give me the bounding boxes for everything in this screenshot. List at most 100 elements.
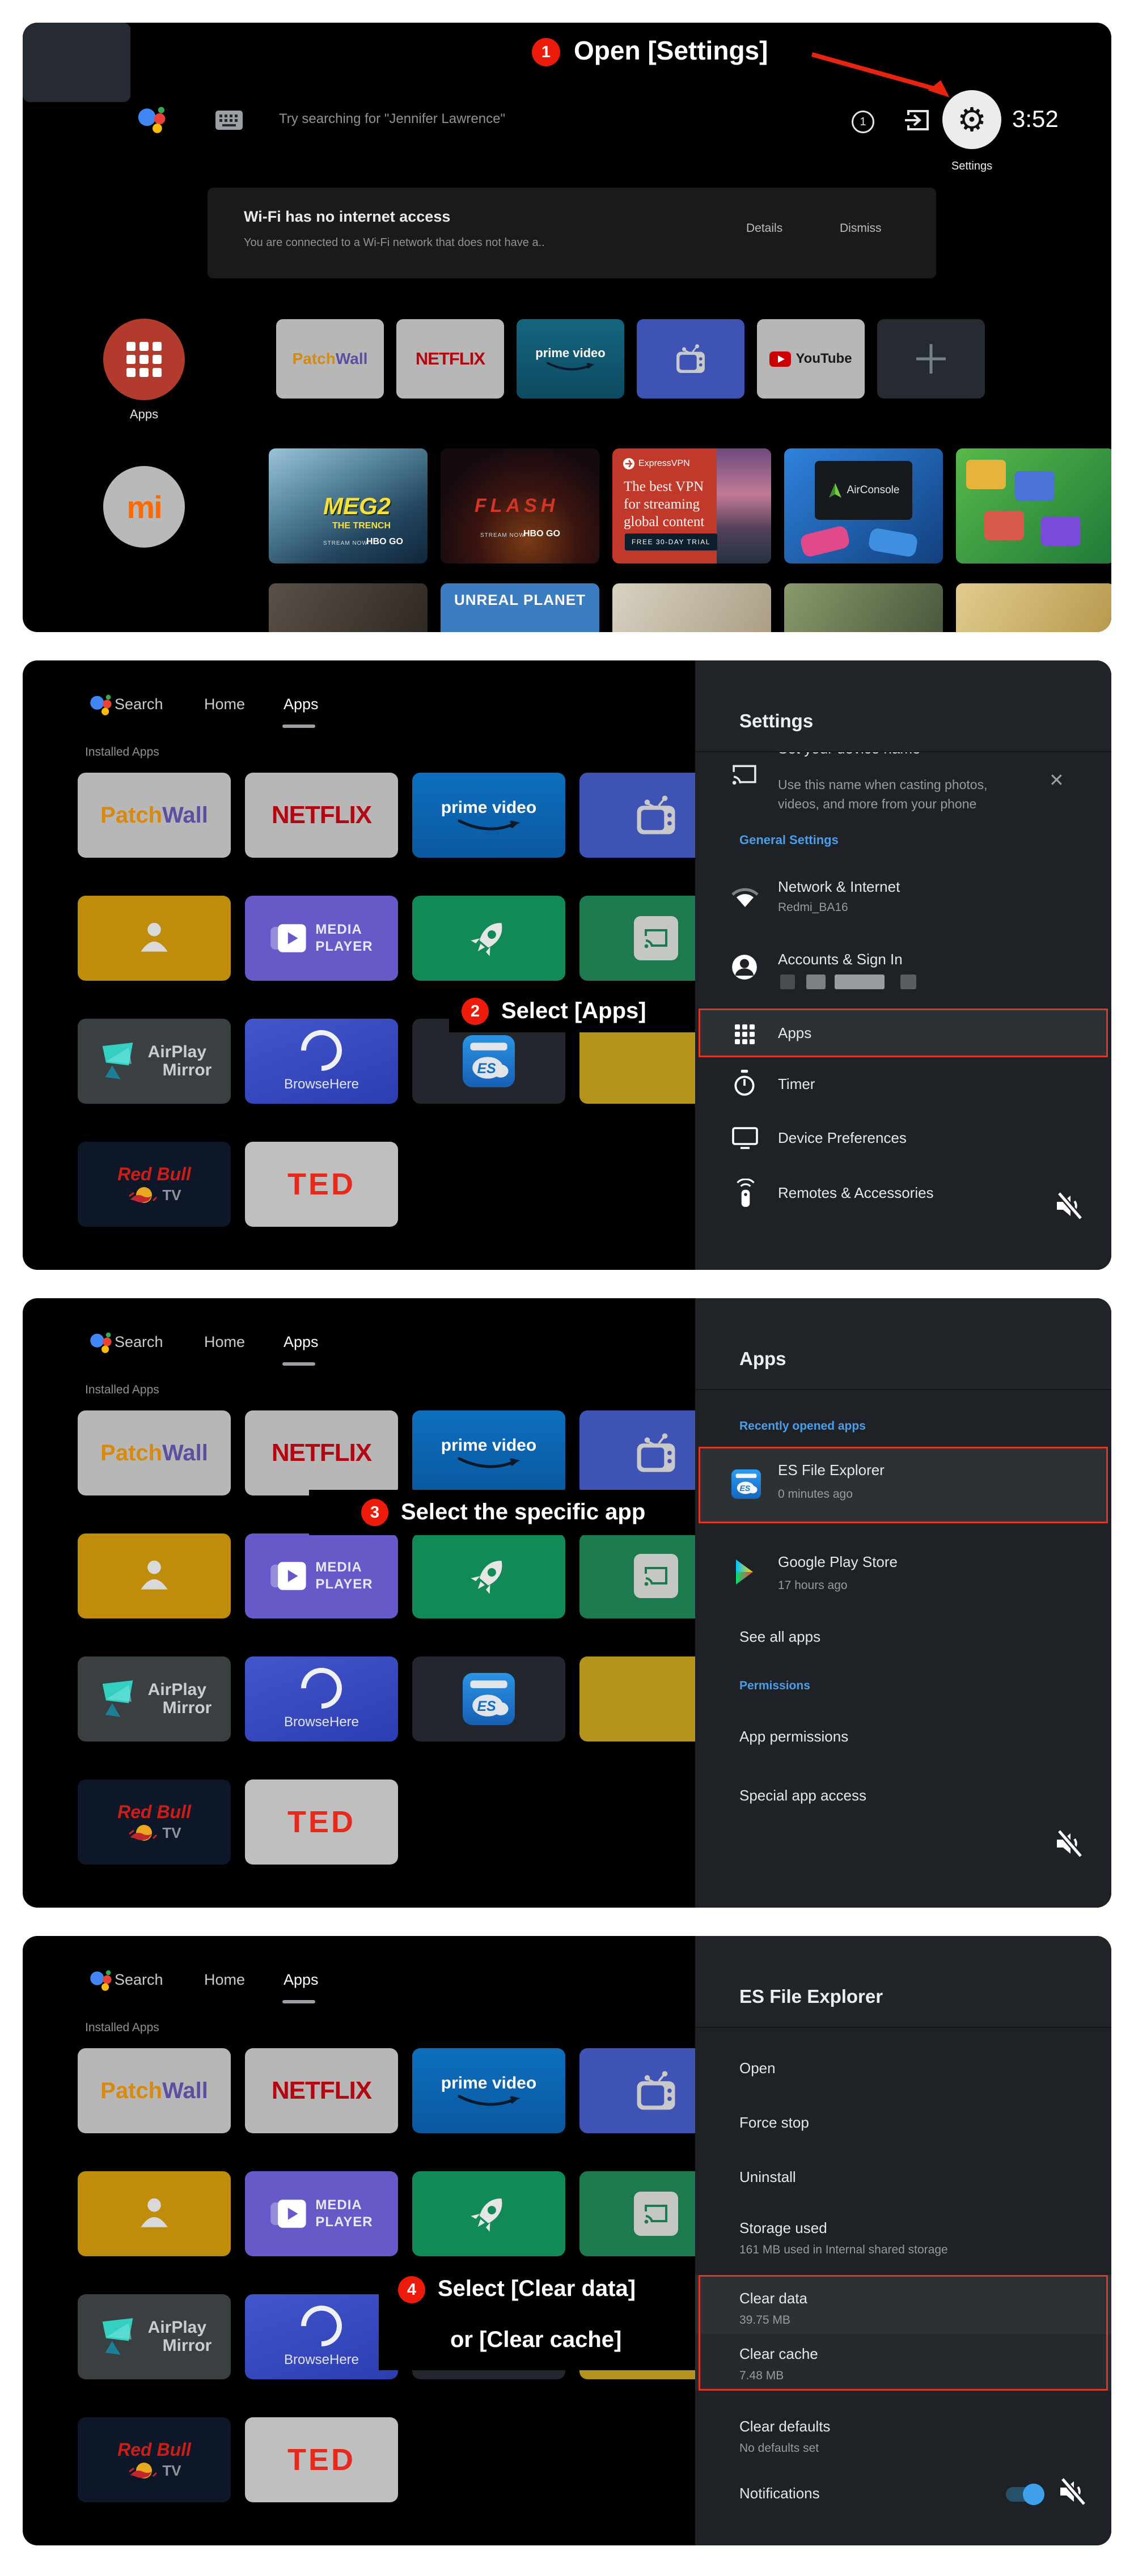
app-tile-rocket-launcher[interactable] [412,1533,565,1619]
menu-item-uninstall[interactable]: Uninstall [739,2168,796,2186]
es-file-explorer-icon: ES [463,1673,515,1725]
teaser-banner-unreal-planet[interactable]: UNREAL PLANET [441,583,599,632]
menu-item-timer[interactable]: Timer [778,1075,815,1093]
app-tile-patchwall[interactable]: PatchWall [78,1410,231,1495]
app-tile-es-file-explorer[interactable]: ES [412,1656,565,1742]
netflix-label: NETFLIX [272,1439,371,1467]
app-tile-media-player[interactable]: MEDIAPLAYER [245,896,398,981]
teaser-banner-1[interactable] [269,583,428,632]
teaser-banner-4[interactable] [956,583,1111,632]
app-tile-media-player[interactable]: MEDIAPLAYER [245,2171,398,2256]
tv-icon [632,795,680,836]
app-tile-airplay-mirror[interactable]: AirPlayMirror [78,1019,231,1104]
menu-item-google-play-store[interactable]: Google Play Store [778,1553,898,1571]
settings-button[interactable]: ⚙ [942,90,1001,149]
app-tile-patchwall[interactable]: PatchWall [78,2048,231,2133]
menu-item-force-stop[interactable]: Force stop [739,2114,809,2132]
google-assistant-icon[interactable] [135,104,170,135]
menu-item-storage-used[interactable]: Storage used [739,2219,827,2237]
menu-item-special-app-access[interactable]: Special app access [739,1787,866,1804]
clear-defaults-subtitle: No defaults set [739,2442,819,2455]
app-tile-browsehere[interactable]: BrowseHere [245,1019,398,1104]
app-tile-prime-video[interactable]: prime video [517,319,624,399]
app-tile-ted[interactable]: TED [245,2417,398,2502]
app-tile-ted[interactable]: TED [245,1780,398,1865]
teaser-banner-3[interactable] [784,583,943,632]
menu-item-accounts-sign-in[interactable]: Accounts & Sign In [778,951,903,968]
app-tile-patchwall[interactable]: PatchWall [276,319,384,399]
menu-item-clear-defaults[interactable]: Clear defaults [739,2418,830,2435]
app-tile-rocket-launcher[interactable] [412,896,565,981]
app-tile-red-bull-tv[interactable]: Red Bull TV [78,1780,231,1865]
tab-apps[interactable]: Apps [284,1333,319,1351]
add-app-tile[interactable] [877,319,985,399]
menu-item-apps-highlight[interactable] [699,1009,1108,1057]
menu-item-open[interactable]: Open [739,2060,776,2077]
menu-item-app-permissions[interactable]: App permissions [739,1728,848,1745]
meg2-stream-label: STREAM NOW [323,540,368,546]
notifications-toggle[interactable] [1006,2487,1042,2502]
app-tile-prime-video[interactable]: prime video [412,1410,565,1495]
tab-apps[interactable]: Apps [284,1971,319,1989]
app-tile-rocket-launcher[interactable] [412,2171,565,2256]
menu-item-clear-data[interactable]: Clear data [739,2290,807,2307]
inputs-icon[interactable] [904,108,930,132]
app-tile-youtube[interactable]: YouTube [757,319,865,399]
app-tile-browsehere[interactable]: BrowseHere [245,2294,398,2379]
app-tile-gallery[interactable] [78,2171,231,2256]
menu-item-see-all-apps[interactable]: See all apps [739,1628,820,1646]
dismiss-button[interactable]: Dismiss [840,222,882,235]
tab-search[interactable]: Search [115,1971,163,1989]
notifications-icon[interactable]: 1 [852,111,874,133]
prime-smile-icon [455,1455,523,1470]
app-tile-patchwall[interactable]: PatchWall [78,773,231,858]
banner-games-collage[interactable] [956,448,1111,564]
tab-home[interactable]: Home [204,1971,245,1989]
close-icon[interactable]: ✕ [1049,769,1064,791]
tab-apps[interactable]: Apps [284,696,319,713]
tab-home[interactable]: Home [204,696,245,713]
app-tile-airplay-mirror[interactable]: AirPlayMirror [78,1656,231,1742]
app-tile-media-player[interactable]: MEDIAPLAYER [245,1533,398,1619]
menu-item-clear-cache[interactable]: Clear cache [739,2345,818,2363]
banner-meg2[interactable]: MEG2 THE TRENCH STREAM NOW HBO GO [269,448,428,564]
menu-item-device-preferences[interactable]: Device Preferences [778,1129,907,1147]
app-tile-netflix[interactable]: NETFLIX [245,773,398,858]
details-button[interactable]: Details [746,222,782,235]
search-placeholder[interactable]: Try searching for "Jennifer Lawrence" [279,111,505,127]
mi-rail-button[interactable]: mi [103,466,185,548]
app-tile-browsehere[interactable]: BrowseHere [245,1656,398,1742]
apps-rail-button[interactable] [103,319,185,400]
airplay-label-b: Mirror [148,1061,212,1079]
app-tile-netflix[interactable]: NETFLIX [396,319,504,399]
banner-expressvpn[interactable]: ExpressVPN The best VPN for streaming gl… [612,448,771,564]
banner-airconsole[interactable]: AirConsole [784,448,943,564]
app-tile-netflix[interactable]: NETFLIX [245,1410,398,1495]
mute-icon [1052,1190,1084,1222]
app-tile-netflix[interactable]: NETFLIX [245,2048,398,2133]
app-tile-red-bull-tv[interactable]: Red Bull TV [78,1142,231,1227]
tab-search[interactable]: Search [115,1333,163,1351]
collage-tile-3 [984,511,1024,540]
menu-item-notifications[interactable]: Notifications [739,2485,820,2502]
device-name-title[interactable]: Set your device name [778,751,920,757]
app-tile-prime-video[interactable]: prime video [412,773,565,858]
device-name-desc-1: Use this name when casting photos, [778,777,987,793]
app-tile-red-bull-tv[interactable]: Red Bull TV [78,2417,231,2502]
teaser-banner-2[interactable] [612,583,771,632]
app-tile-airplay-mirror[interactable]: AirPlayMirror [78,2294,231,2379]
add-app-tile[interactable] [23,23,130,102]
patchwall-label-a: Patch [100,803,162,828]
banner-flash[interactable]: FLASH STREAM NOW HBO GO [441,448,599,564]
app-tile-prime-video[interactable]: prime video [412,2048,565,2133]
menu-item-network-internet[interactable]: Network & Internet [778,878,900,896]
app-tile-mi-tv[interactable] [637,319,744,399]
expressvpn-cta-button[interactable]: FREE 30-DAY TRIAL [625,533,717,550]
menu-item-remotes-accessories[interactable]: Remotes & Accessories [778,1184,934,1202]
app-tile-gallery[interactable] [78,1533,231,1619]
app-tile-ted[interactable]: TED [245,1142,398,1227]
tab-home[interactable]: Home [204,1333,245,1351]
app-tile-gallery[interactable] [78,896,231,981]
tab-search[interactable]: Search [115,696,163,713]
keyboard-icon[interactable] [215,111,243,130]
